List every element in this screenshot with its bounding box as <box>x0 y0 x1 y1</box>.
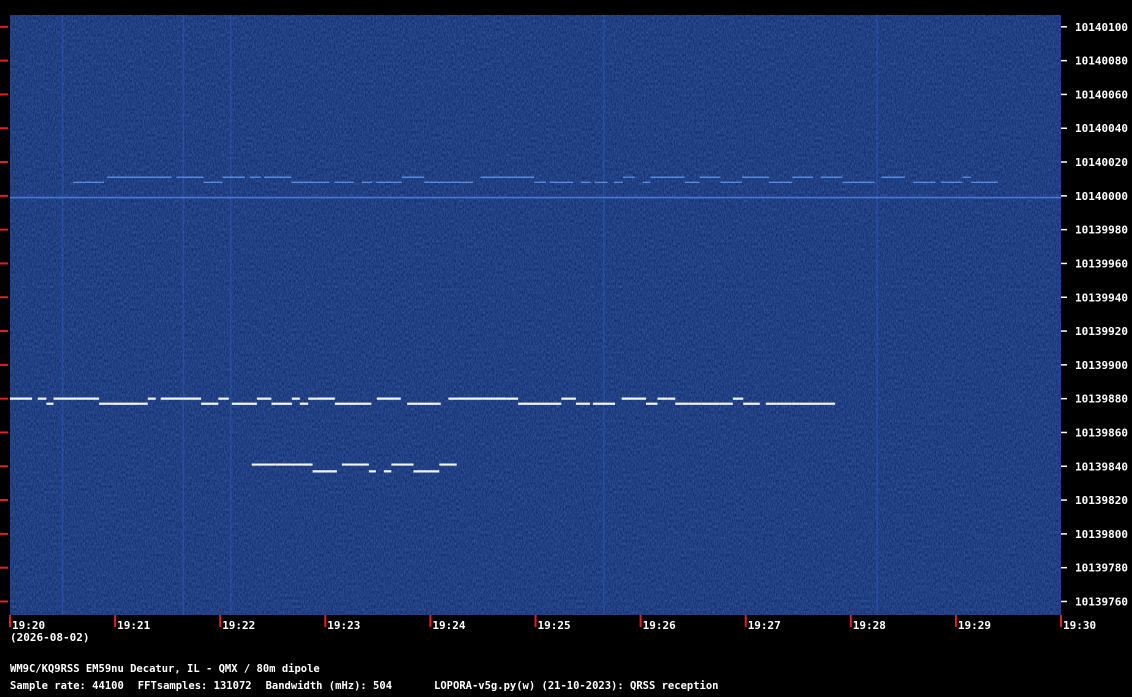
y-tick-label: 10139900 <box>1075 359 1128 372</box>
y-tick-label: 10140020 <box>1075 156 1128 169</box>
y-tick-label: 10139760 <box>1075 595 1128 608</box>
x-tick-label: 19:27 <box>748 619 781 632</box>
x-tick-label: 19:30 <box>1063 619 1096 632</box>
y-tick-label: 10139840 <box>1075 460 1128 473</box>
y-tick-label: 10139820 <box>1075 494 1128 507</box>
y-tick-label: 10139880 <box>1075 393 1128 406</box>
reception-params: Sample rate: 44100 FFTsamples: 131072 Band… <box>10 680 733 692</box>
y-tick-label: 10140040 <box>1075 122 1128 135</box>
sample-rate-text: Sample rate: 44100 <box>10 680 124 692</box>
y-tick-label: 10139860 <box>1075 426 1128 439</box>
x-tick-label: 19:22 <box>222 619 255 632</box>
y-tick-label: 10140100 <box>1075 21 1128 34</box>
x-tick-label: 19:23 <box>327 619 360 632</box>
y-tick-label: 10139960 <box>1075 257 1128 270</box>
x-tick-label: 19:21 <box>117 619 150 632</box>
x-tick-label: 19:24 <box>432 619 465 632</box>
y-tick-label: 10139780 <box>1075 562 1128 575</box>
x-tick-label: 19:28 <box>853 619 886 632</box>
y-tick-label: 10139800 <box>1075 528 1128 541</box>
y-tick-label: 10139940 <box>1075 291 1128 304</box>
x-tick-label: 19:29 <box>958 619 991 632</box>
spectrogram-chart: 10140100 10140080 10140060 10140040 10140020… <box>0 0 1132 697</box>
y-tick-label: 10139920 <box>1075 325 1128 338</box>
y-tick-label: 10140080 <box>1075 55 1128 68</box>
plot-noise <box>10 15 1061 615</box>
plot-area <box>10 15 1061 615</box>
y-tick-label: 10140060 <box>1075 88 1128 101</box>
y-tick-label: 10139980 <box>1075 224 1128 237</box>
fft-samples-text: FFTsamples: 131072 <box>137 680 252 692</box>
x-tick-label: 19:25 <box>538 619 571 632</box>
bandwidth-text: Bandwidth (mHz): 504 <box>265 680 393 692</box>
station-info: WM9C/KQ9RSS EM59nu Decatur, IL - QMX / 8… <box>10 663 320 675</box>
software-text: LOPORA-v5g.py(w) (21-10-2023): QRSS rece… <box>434 680 719 692</box>
y-tick-label: 10140000 <box>1075 190 1128 203</box>
date-label: (2026-08-02) <box>10 631 90 644</box>
x-tick-label: 19:26 <box>643 619 676 632</box>
